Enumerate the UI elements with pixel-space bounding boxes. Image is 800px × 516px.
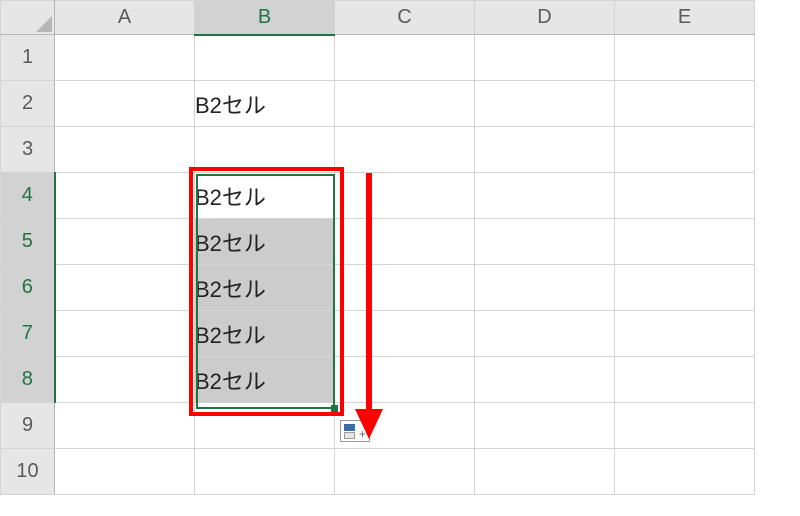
cell-e3[interactable] (615, 127, 755, 173)
cell-c3[interactable] (335, 127, 475, 173)
cell-c8[interactable] (335, 357, 475, 403)
plus-icon: + (359, 428, 366, 440)
cell-e4[interactable] (615, 173, 755, 219)
cell-d6[interactable] (475, 265, 615, 311)
cell-c6[interactable] (335, 265, 475, 311)
row-header-2[interactable]: 2 (1, 81, 55, 127)
cell-b7[interactable]: B2セル (195, 311, 335, 357)
cell-d7[interactable] (475, 311, 615, 357)
select-all-corner[interactable] (1, 1, 55, 35)
cell-e6[interactable] (615, 265, 755, 311)
cell-e1[interactable] (615, 35, 755, 81)
cell-b9[interactable] (195, 403, 335, 449)
cell-e10[interactable] (615, 449, 755, 495)
row-header-5[interactable]: 5 (1, 219, 55, 265)
row-header-7[interactable]: 7 (1, 311, 55, 357)
cell-a8[interactable] (55, 357, 195, 403)
column-header-a[interactable]: A (55, 1, 195, 35)
cell-e8[interactable] (615, 357, 755, 403)
cell-b8[interactable]: B2セル (195, 357, 335, 403)
row-header-10[interactable]: 10 (1, 449, 55, 495)
row-header-9[interactable]: 9 (1, 403, 55, 449)
cell-b10[interactable] (195, 449, 335, 495)
cell-d8[interactable] (475, 357, 615, 403)
cell-b5[interactable]: B2セル (195, 219, 335, 265)
cell-c7[interactable] (335, 311, 475, 357)
cell-a5[interactable] (55, 219, 195, 265)
cell-b1[interactable] (195, 35, 335, 81)
cell-a7[interactable] (55, 311, 195, 357)
cell-d5[interactable] (475, 219, 615, 265)
column-header-d[interactable]: D (475, 1, 615, 35)
cell-d1[interactable] (475, 35, 615, 81)
cell-a1[interactable] (55, 35, 195, 81)
cell-e7[interactable] (615, 311, 755, 357)
cell-a2[interactable] (55, 81, 195, 127)
autofill-icon (344, 432, 355, 439)
cell-d3[interactable] (475, 127, 615, 173)
column-header-e[interactable]: E (615, 1, 755, 35)
row-header-8[interactable]: 8 (1, 357, 55, 403)
column-header-c[interactable]: C (335, 1, 475, 35)
cell-a6[interactable] (55, 265, 195, 311)
cell-c2[interactable] (335, 81, 475, 127)
row-header-6[interactable]: 6 (1, 265, 55, 311)
autofill-icon (344, 424, 355, 431)
fill-handle[interactable] (331, 405, 338, 412)
cell-c5[interactable] (335, 219, 475, 265)
cell-d9[interactable] (475, 403, 615, 449)
cell-d2[interactable] (475, 81, 615, 127)
row-header-3[interactable]: 3 (1, 127, 55, 173)
cell-b2[interactable]: B2セル (195, 81, 335, 127)
cell-a10[interactable] (55, 449, 195, 495)
cell-e9[interactable] (615, 403, 755, 449)
cell-a9[interactable] (55, 403, 195, 449)
cell-c4[interactable] (335, 173, 475, 219)
cell-d4[interactable] (475, 173, 615, 219)
cell-a3[interactable] (55, 127, 195, 173)
column-header-b[interactable]: B (195, 1, 335, 35)
cell-a4[interactable] (55, 173, 195, 219)
cell-b6[interactable]: B2セル (195, 265, 335, 311)
cell-e2[interactable] (615, 81, 755, 127)
cell-c10[interactable] (335, 449, 475, 495)
cell-c1[interactable] (335, 35, 475, 81)
row-header-1[interactable]: 1 (1, 35, 55, 81)
cell-d10[interactable] (475, 449, 615, 495)
spreadsheet-grid[interactable]: A B C D E 1 2 B2セル 3 4 B2セル 5 (0, 0, 755, 495)
autofill-options-button[interactable]: + (340, 420, 370, 442)
cell-e5[interactable] (615, 219, 755, 265)
cell-b3[interactable] (195, 127, 335, 173)
cell-b4[interactable]: B2セル (195, 173, 335, 219)
row-header-4[interactable]: 4 (1, 173, 55, 219)
